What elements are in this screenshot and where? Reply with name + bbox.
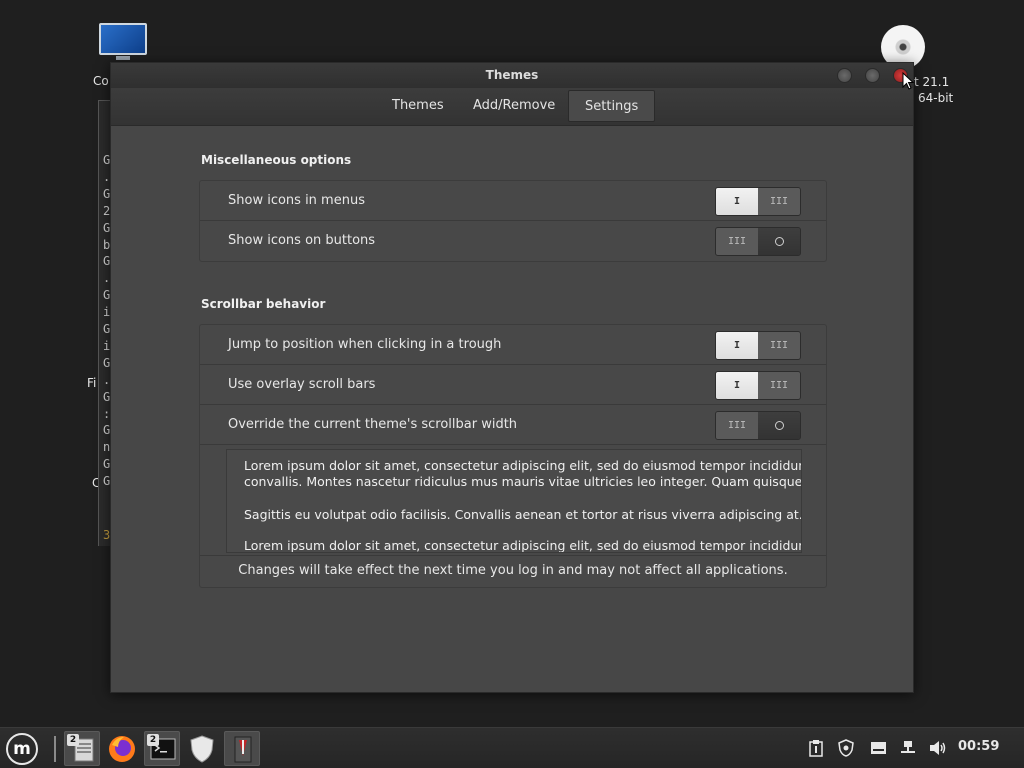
- scrollbar-preview-text[interactable]: Lorem ipsum dolor sit amet, consectetur …: [226, 449, 802, 553]
- monitor-icon: [99, 23, 147, 55]
- override-scrollbar-width-switch[interactable]: III: [715, 411, 801, 440]
- shield-icon: [190, 735, 214, 763]
- row-label: Use overlay scroll bars: [228, 377, 376, 392]
- scrollbar-options-group: Jump to position when clicking in a trou…: [199, 324, 827, 588]
- off-circle-icon: [774, 236, 784, 246]
- tab-add-remove[interactable]: Add/Remove: [457, 90, 571, 122]
- show-icons-menus-switch[interactable]: I III: [715, 187, 801, 216]
- themes-window: Themes Themes Add/Remove Settings Miscel…: [110, 62, 914, 693]
- volume-icon[interactable]: [929, 740, 947, 756]
- taskbar-terminal[interactable]: 2: [144, 731, 180, 766]
- misc-section-title: Miscellaneous options: [201, 153, 352, 167]
- restart-note: Changes will take effect the next time y…: [200, 555, 826, 587]
- window-title: Themes: [485, 68, 539, 82]
- row-label: Override the current theme's scrollbar w…: [228, 417, 518, 432]
- tab-themes[interactable]: Themes: [376, 90, 460, 122]
- row-override-scrollbar-width: Override the current theme's scrollbar w…: [200, 405, 826, 445]
- settings-content: Miscellaneous options Show icons in menu…: [111, 126, 913, 692]
- desktop-label-fi: Fi: [87, 376, 97, 390]
- row-overlay-scrollbars: Use overlay scroll bars I III: [200, 365, 826, 405]
- update-shield-icon[interactable]: [838, 739, 854, 757]
- show-icons-buttons-switch[interactable]: III: [715, 227, 801, 256]
- themes-icon: [234, 736, 252, 763]
- row-label: Show icons on buttons: [228, 233, 376, 248]
- maximize-button[interactable]: [865, 68, 880, 83]
- disc-desktop-label-1: t 21.1: [914, 75, 950, 89]
- overlay-scrollbars-switch[interactable]: I III: [715, 371, 801, 400]
- taskbar-firefox[interactable]: [104, 731, 140, 766]
- keyboard-icon[interactable]: [870, 741, 887, 755]
- network-icon[interactable]: [900, 740, 916, 756]
- window-titlebar[interactable]: Themes: [111, 63, 913, 88]
- mouse-cursor-icon: [902, 72, 914, 90]
- taskbar-shield[interactable]: [184, 731, 220, 766]
- computer-desktop-label: Co: [93, 74, 109, 88]
- row-show-icons-menus: Show icons in menus I III: [200, 181, 826, 221]
- jump-position-switch[interactable]: I III: [715, 331, 801, 360]
- taskbar-themes[interactable]: [224, 731, 260, 766]
- firefox-icon: [109, 736, 135, 762]
- disc-desktop-label-2: 64-bit: [918, 91, 954, 105]
- scrollbar-section-title: Scrollbar behavior: [201, 297, 326, 311]
- misc-options-group: Show icons in menus I III Show icons on …: [199, 180, 827, 262]
- taskbar-files[interactable]: 2: [64, 731, 100, 766]
- row-label: Jump to position when clicking in a trou…: [228, 337, 502, 352]
- menu-button[interactable]: m: [6, 733, 38, 765]
- clock[interactable]: 00:59: [958, 739, 999, 754]
- taskbar: m 2 2 00:59: [0, 727, 1024, 768]
- row-show-icons-buttons: Show icons on buttons III: [200, 221, 826, 261]
- minimize-button[interactable]: [837, 68, 852, 83]
- row-jump-position: Jump to position when clicking in a trou…: [200, 325, 826, 365]
- clipboard-icon[interactable]: [808, 740, 824, 757]
- tab-settings[interactable]: Settings: [568, 90, 656, 122]
- off-circle-icon: [774, 420, 784, 430]
- tab-bar: Themes Add/Remove Settings: [111, 88, 913, 126]
- row-label: Show icons in menus: [228, 193, 365, 208]
- computer-desktop-icon[interactable]: [98, 22, 148, 60]
